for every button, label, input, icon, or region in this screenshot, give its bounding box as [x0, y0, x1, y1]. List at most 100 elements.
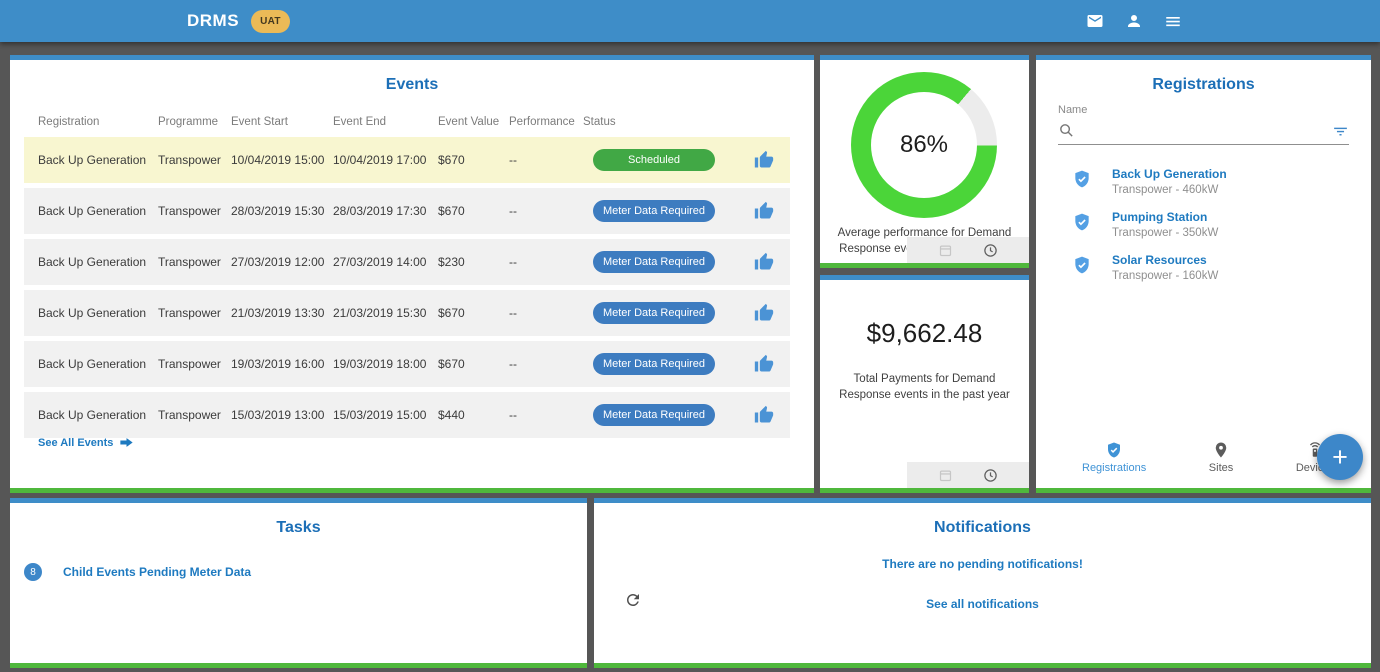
widget-toolbar	[907, 462, 1029, 488]
payments-caption: Total Payments for Demand Response event…	[838, 371, 1011, 403]
clock-icon[interactable]	[983, 468, 998, 483]
see-all-events-link[interactable]: See All Events	[38, 435, 134, 450]
registration-detail: Transpower - 160kW	[1112, 270, 1218, 282]
tab-registrations[interactable]: Registrations	[1082, 441, 1146, 474]
cell-event-start: 10/04/2019 15:00	[231, 153, 333, 167]
performance-percent: 86%	[900, 131, 948, 159]
events-table-header: Registration Programme Event Start Event…	[24, 116, 790, 128]
cell-programme: Transpower	[158, 255, 231, 269]
search-icon	[1058, 122, 1075, 139]
cell-programme: Transpower	[158, 306, 231, 320]
status-badge: Meter Data Required	[593, 404, 715, 426]
shield-check-icon	[1072, 211, 1092, 233]
total-payments-amount: $9,662.48	[820, 318, 1029, 349]
thumbs-up-icon[interactable]	[754, 303, 774, 323]
cell-performance: --	[509, 153, 583, 167]
thumbs-up-icon[interactable]	[754, 252, 774, 272]
donut-hole: 86%	[871, 92, 977, 198]
registration-name-search-input[interactable]	[1083, 124, 1332, 139]
arrow-right-icon	[119, 435, 134, 450]
performance-panel: 86% Average performance for Demand Respo…	[820, 55, 1029, 268]
menu-icon[interactable]	[1164, 12, 1182, 30]
registrations-title: Registrations	[1036, 60, 1371, 94]
registrations-panel: Registrations Name Back Up Generation Tr…	[1036, 55, 1371, 493]
thumbs-up-icon[interactable]	[754, 150, 774, 170]
registrations-search: Name	[1058, 104, 1349, 145]
thumbs-up-icon[interactable]	[754, 354, 774, 374]
search-field-label: Name	[1058, 104, 1349, 116]
cell-programme: Transpower	[158, 204, 231, 218]
see-all-notifications-link[interactable]: See all notifications	[594, 597, 1371, 611]
registration-detail: Transpower - 460kW	[1112, 184, 1227, 196]
thumbs-up-icon[interactable]	[754, 201, 774, 221]
add-button[interactable]: +	[1317, 434, 1363, 480]
user-icon[interactable]	[1125, 12, 1143, 30]
cell-performance: --	[509, 306, 583, 320]
registration-list-item[interactable]: Pumping Station Transpower - 350kW	[1036, 203, 1371, 246]
registration-detail: Transpower - 350kW	[1112, 227, 1218, 239]
mail-icon[interactable]	[1086, 12, 1104, 30]
cell-event-value: $670	[438, 306, 509, 320]
thumbs-up-icon[interactable]	[754, 405, 774, 425]
cell-event-value: $670	[438, 153, 509, 167]
event-table-row[interactable]: Back Up Generation Transpower 19/03/2019…	[24, 341, 790, 387]
registration-list-item[interactable]: Back Up Generation Transpower - 460kW	[1036, 160, 1371, 203]
event-table-row[interactable]: Back Up Generation Transpower 28/03/2019…	[24, 188, 790, 234]
cell-event-end: 19/03/2019 18:00	[333, 357, 438, 371]
status-badge: Meter Data Required	[593, 251, 715, 273]
task-list-item[interactable]: 8 Child Events Pending Meter Data	[24, 563, 587, 581]
status-badge: Meter Data Required	[593, 353, 715, 375]
cell-registration: Back Up Generation	[38, 153, 158, 167]
events-title: Events	[10, 60, 814, 94]
status-badge: Meter Data Required	[593, 200, 715, 222]
cell-registration: Back Up Generation	[38, 408, 158, 422]
cell-performance: --	[509, 204, 583, 218]
cell-programme: Transpower	[158, 408, 231, 422]
cell-event-start: 19/03/2019 16:00	[231, 357, 333, 371]
task-label: Child Events Pending Meter Data	[63, 565, 251, 579]
tasks-panel: Tasks 8 Child Events Pending Meter Data	[10, 498, 587, 668]
registration-name: Back Up Generation	[1112, 167, 1227, 181]
status-badge: Meter Data Required	[593, 302, 715, 324]
cell-event-start: 27/03/2019 12:00	[231, 255, 333, 269]
calendar-icon[interactable]	[938, 468, 953, 483]
cell-event-value: $230	[438, 255, 509, 269]
shield-check-icon	[1072, 254, 1092, 276]
tab-sites[interactable]: Sites	[1209, 441, 1233, 474]
registration-list-item[interactable]: Solar Resources Transpower - 160kW	[1036, 246, 1371, 289]
cell-registration: Back Up Generation	[38, 306, 158, 320]
event-table-row[interactable]: Back Up Generation Transpower 15/03/2019…	[24, 392, 790, 438]
notifications-empty-message: There are no pending notifications!	[594, 557, 1371, 571]
cell-event-end: 15/03/2019 15:00	[333, 408, 438, 422]
cell-programme: Transpower	[158, 153, 231, 167]
cell-event-start: 15/03/2019 13:00	[231, 408, 333, 422]
cell-registration: Back Up Generation	[38, 204, 158, 218]
widget-toolbar	[907, 237, 1029, 263]
app-title: DRMS	[187, 11, 239, 31]
event-table-row[interactable]: Back Up Generation Transpower 27/03/2019…	[24, 239, 790, 285]
cell-event-end: 27/03/2019 14:00	[333, 255, 438, 269]
events-table-body: Back Up Generation Transpower 10/04/2019…	[24, 137, 790, 438]
see-all-events-label: See All Events	[38, 437, 113, 449]
cell-performance: --	[509, 255, 583, 269]
environment-badge: UAT	[251, 10, 290, 33]
shield-check-icon	[1105, 441, 1123, 459]
tab-label: Registrations	[1082, 462, 1146, 474]
cell-event-value: $670	[438, 357, 509, 371]
clock-icon[interactable]	[983, 243, 998, 258]
cell-event-value: $670	[438, 204, 509, 218]
event-table-row[interactable]: Back Up Generation Transpower 21/03/2019…	[24, 290, 790, 336]
cell-event-end: 28/03/2019 17:30	[333, 204, 438, 218]
calendar-icon[interactable]	[938, 243, 953, 258]
cell-performance: --	[509, 357, 583, 371]
cell-event-start: 28/03/2019 15:30	[231, 204, 333, 218]
notifications-title: Notifications	[594, 503, 1371, 537]
cell-registration: Back Up Generation	[38, 357, 158, 371]
column-header: Event Start	[231, 116, 333, 128]
event-table-row[interactable]: Back Up Generation Transpower 10/04/2019…	[24, 137, 790, 183]
cell-performance: --	[509, 408, 583, 422]
map-pin-icon	[1212, 441, 1230, 459]
filter-icon[interactable]	[1332, 122, 1349, 139]
payments-panel: $9,662.48 Total Payments for Demand Resp…	[820, 275, 1029, 493]
column-header: Event Value	[438, 116, 509, 128]
